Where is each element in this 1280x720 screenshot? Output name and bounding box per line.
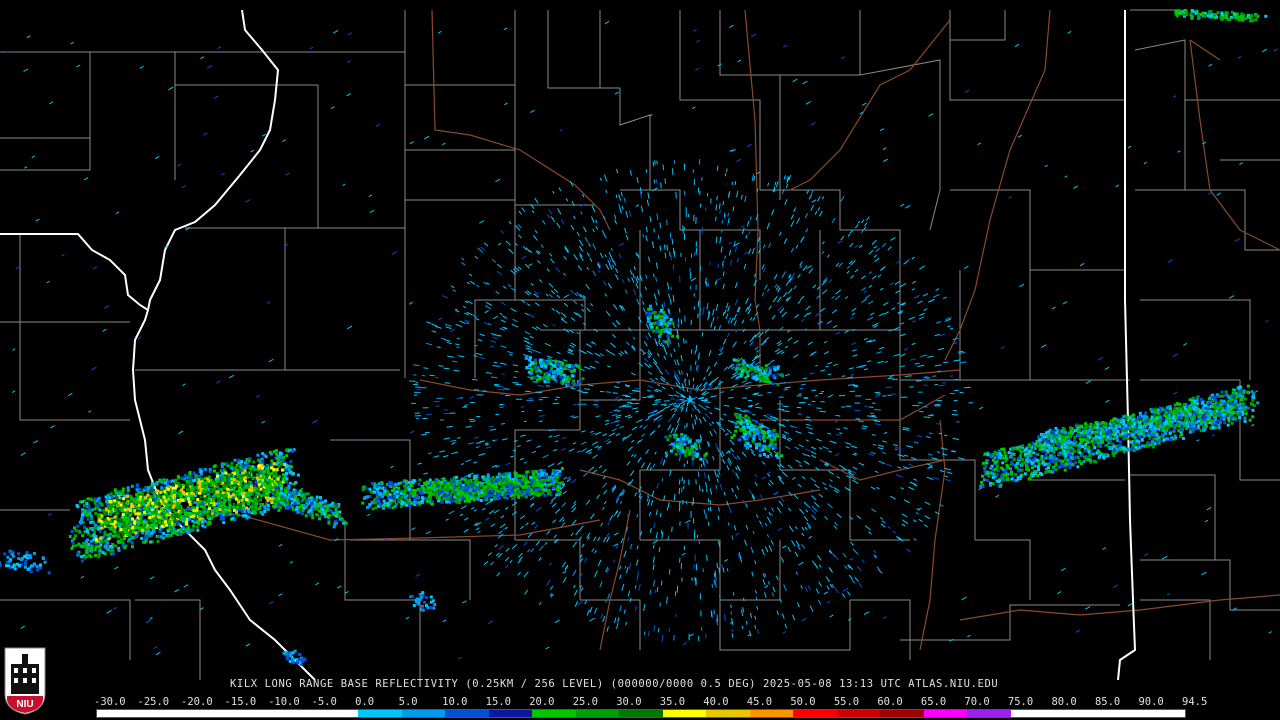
scale-label: 25.0 — [572, 696, 599, 708]
scale-swatch — [488, 710, 533, 717]
scale-label: 15.0 — [485, 696, 511, 708]
scale-label: 0.0 — [355, 696, 375, 708]
scale-label: 60.0 — [877, 696, 903, 708]
scale-label: 55.0 — [833, 696, 860, 708]
scale-label: -25.0 — [137, 696, 170, 708]
scale-swatch — [619, 710, 663, 717]
scale-label: -30.0 — [94, 696, 126, 708]
scale-label: -10.0 — [268, 696, 300, 708]
scale-swatch — [97, 710, 141, 717]
scale-label: 40.0 — [703, 696, 729, 708]
scale-swatch — [532, 710, 576, 717]
scale-swatch — [836, 710, 881, 717]
scale-swatch — [749, 710, 794, 717]
scale-swatch — [314, 710, 359, 717]
scale-label: 45.0 — [746, 696, 773, 708]
scale-swatch — [967, 710, 1011, 717]
scale-swatch — [140, 710, 185, 717]
scale-label: 20.0 — [529, 696, 555, 708]
scale-swatch — [1141, 710, 1185, 717]
scale-swatch — [1010, 710, 1055, 717]
scale-label: 50.0 — [790, 696, 816, 708]
scale-swatch — [880, 710, 924, 717]
scale-swatch — [575, 710, 620, 717]
scale-swatch — [184, 710, 228, 717]
scale-swatch — [271, 710, 315, 717]
scale-label: -5.0 — [311, 696, 337, 708]
scale-swatch — [358, 710, 402, 717]
scale-label: 94.5 — [1182, 696, 1208, 708]
scale-label: 35.0 — [659, 696, 686, 708]
scale-label: 5.0 — [398, 696, 418, 708]
scale-swatch — [662, 710, 707, 717]
scale-label: 10.0 — [442, 696, 468, 708]
product-caption: KILX LONG RANGE BASE REFLECTIVITY (0.25K… — [230, 678, 999, 690]
scale-label: -20.0 — [181, 696, 213, 708]
scale-label: 30.0 — [616, 696, 642, 708]
scale-swatch — [1054, 710, 1098, 717]
scale-swatch — [923, 710, 968, 717]
color-scale-labels: -30.0 -25.0 -20.0 -15.0 -10.0 -5.0 0.0 5.0 10.0 1… — [92, 696, 1207, 708]
scale-label: 80.0 — [1051, 696, 1077, 708]
scale-label: 65.0 — [920, 696, 947, 708]
scale-label: 85.0 — [1094, 696, 1121, 708]
scale-swatch — [401, 710, 446, 717]
scale-label: 90.0 — [1138, 696, 1164, 708]
scale-swatch — [793, 710, 837, 717]
niu-logo-icon: NIU — [4, 647, 46, 715]
radar-map — [0, 0, 1280, 720]
scale-swatch — [227, 710, 272, 717]
scale-label: 70.0 — [964, 696, 990, 708]
scale-label: -15.0 — [224, 696, 257, 708]
scale-label: 75.0 — [1007, 696, 1034, 708]
scale-swatch — [445, 710, 489, 717]
scale-swatch — [1097, 710, 1142, 717]
scale-swatch — [706, 710, 750, 717]
color-scale-bar — [96, 709, 1186, 718]
